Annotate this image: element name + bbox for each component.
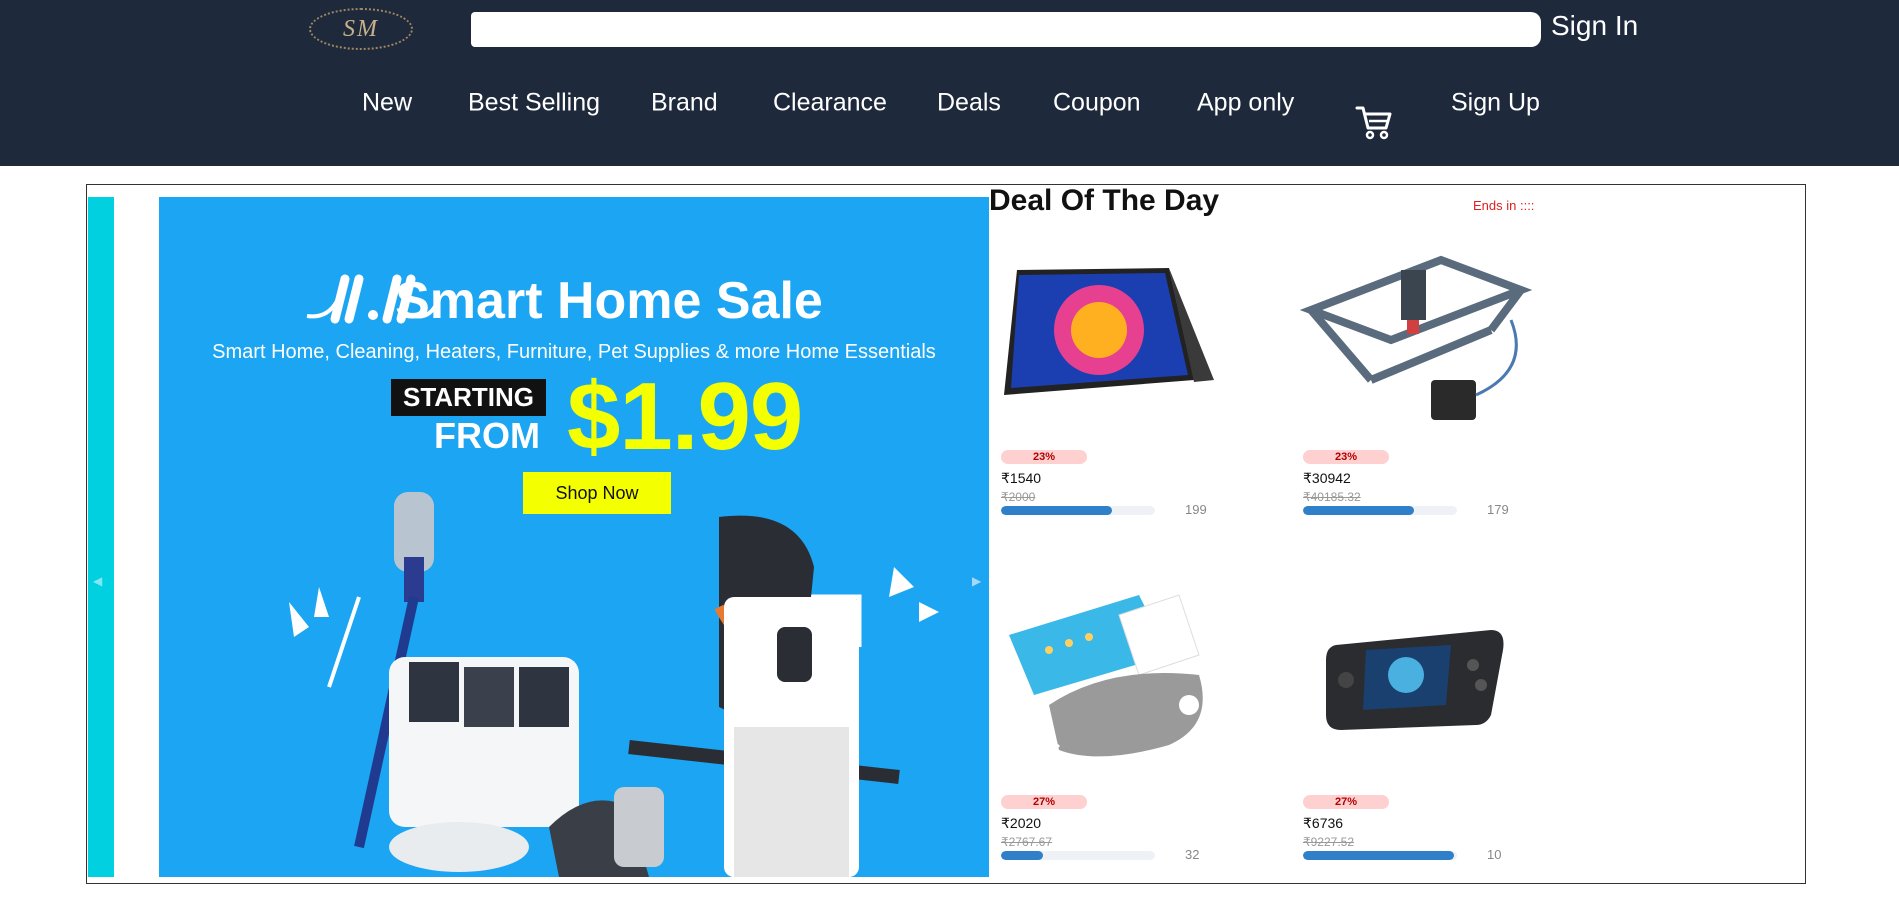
from-label: FROM — [434, 415, 540, 456]
deal-of-the-day-title: Deal Of The Day — [989, 184, 1220, 217]
banner-price: $1.99 — [567, 363, 803, 470]
nav-item-app-only[interactable]: App only — [1197, 89, 1294, 118]
site-logo[interactable]: SM — [309, 8, 413, 50]
carousel-side-strip — [88, 197, 114, 877]
product-card[interactable]: 23% ₹30942 ₹40185.32 179 — [1291, 230, 1571, 560]
logo-text: SM — [343, 15, 379, 42]
starting-label: STARTING — [391, 379, 546, 416]
deal-price: ₹6736 — [1303, 815, 1344, 831]
nav-item-brand[interactable]: Brand — [651, 89, 718, 118]
sign-in-link[interactable]: Sign In — [1551, 10, 1638, 42]
portable-monitor-image — [1004, 268, 1214, 395]
original-price: ₹2767.67 — [1001, 835, 1053, 849]
discount-badge: 27% — [1303, 795, 1389, 809]
deal-price: ₹30942 — [1303, 470, 1351, 486]
discount-badge: 23% — [1303, 450, 1389, 464]
nav-item-coupon[interactable]: Coupon — [1053, 89, 1141, 118]
nav-item-best-selling[interactable]: Best Selling — [468, 89, 600, 118]
deal-price: ₹2020 — [1001, 815, 1042, 831]
sold-progress-bar — [1001, 506, 1155, 515]
handheld-console-image — [1326, 630, 1504, 730]
banner-subtitle: Smart Home, Cleaning, Heaters, Furniture… — [212, 341, 936, 363]
search-input[interactable] — [471, 12, 1541, 47]
promo-banner[interactable]: Smart Home Sale Smart Home, Cleaning, He… — [159, 197, 989, 877]
sold-progress-bar — [1303, 506, 1457, 515]
nav-item-new[interactable]: New — [362, 89, 412, 118]
sold-count: 199 — [1185, 502, 1207, 517]
original-price: ₹2000 — [1001, 490, 1036, 504]
cart-icon[interactable] — [1355, 104, 1393, 140]
sold-count: 10 — [1487, 847, 1502, 862]
sold-count: 179 — [1487, 502, 1509, 517]
product-card[interactable]: 23% ₹1540 ₹2000 199 — [989, 230, 1269, 560]
laser-engraver-image — [1299, 255, 1533, 420]
banner-title: Smart Home Sale — [395, 272, 823, 330]
banner-products-illustration — [289, 492, 939, 877]
original-price: ₹40185.32 — [1303, 490, 1361, 504]
discount-badge: 27% — [1001, 795, 1087, 809]
heating-pad-image — [1009, 594, 1203, 760]
discount-badge: 23% — [1001, 450, 1087, 464]
original-price: ₹9227.52 — [1303, 835, 1355, 849]
ends-in-countdown: Ends in :::: — [1473, 198, 1535, 213]
chevron-right-icon[interactable]: ▶ — [972, 574, 981, 588]
deal-price: ₹1540 — [1001, 470, 1042, 486]
product-card[interactable]: 27% ₹2020 ₹2767.67 32 — [989, 575, 1269, 905]
nav-sign-up[interactable]: Sign Up — [1451, 89, 1540, 118]
sold-progress-bar — [1303, 851, 1457, 860]
product-card[interactable]: 27% ₹6736 ₹9227.52 10 — [1291, 575, 1571, 905]
chevron-left-icon[interactable]: ◀ — [93, 574, 102, 588]
nav-item-deals[interactable]: Deals — [937, 89, 1001, 118]
sold-count: 32 — [1185, 847, 1200, 862]
top-header: SM Sign In New Best Selling Brand Cleara… — [0, 0, 1899, 166]
nav-item-clearance[interactable]: Clearance — [773, 89, 887, 118]
sold-progress-bar — [1001, 851, 1155, 860]
